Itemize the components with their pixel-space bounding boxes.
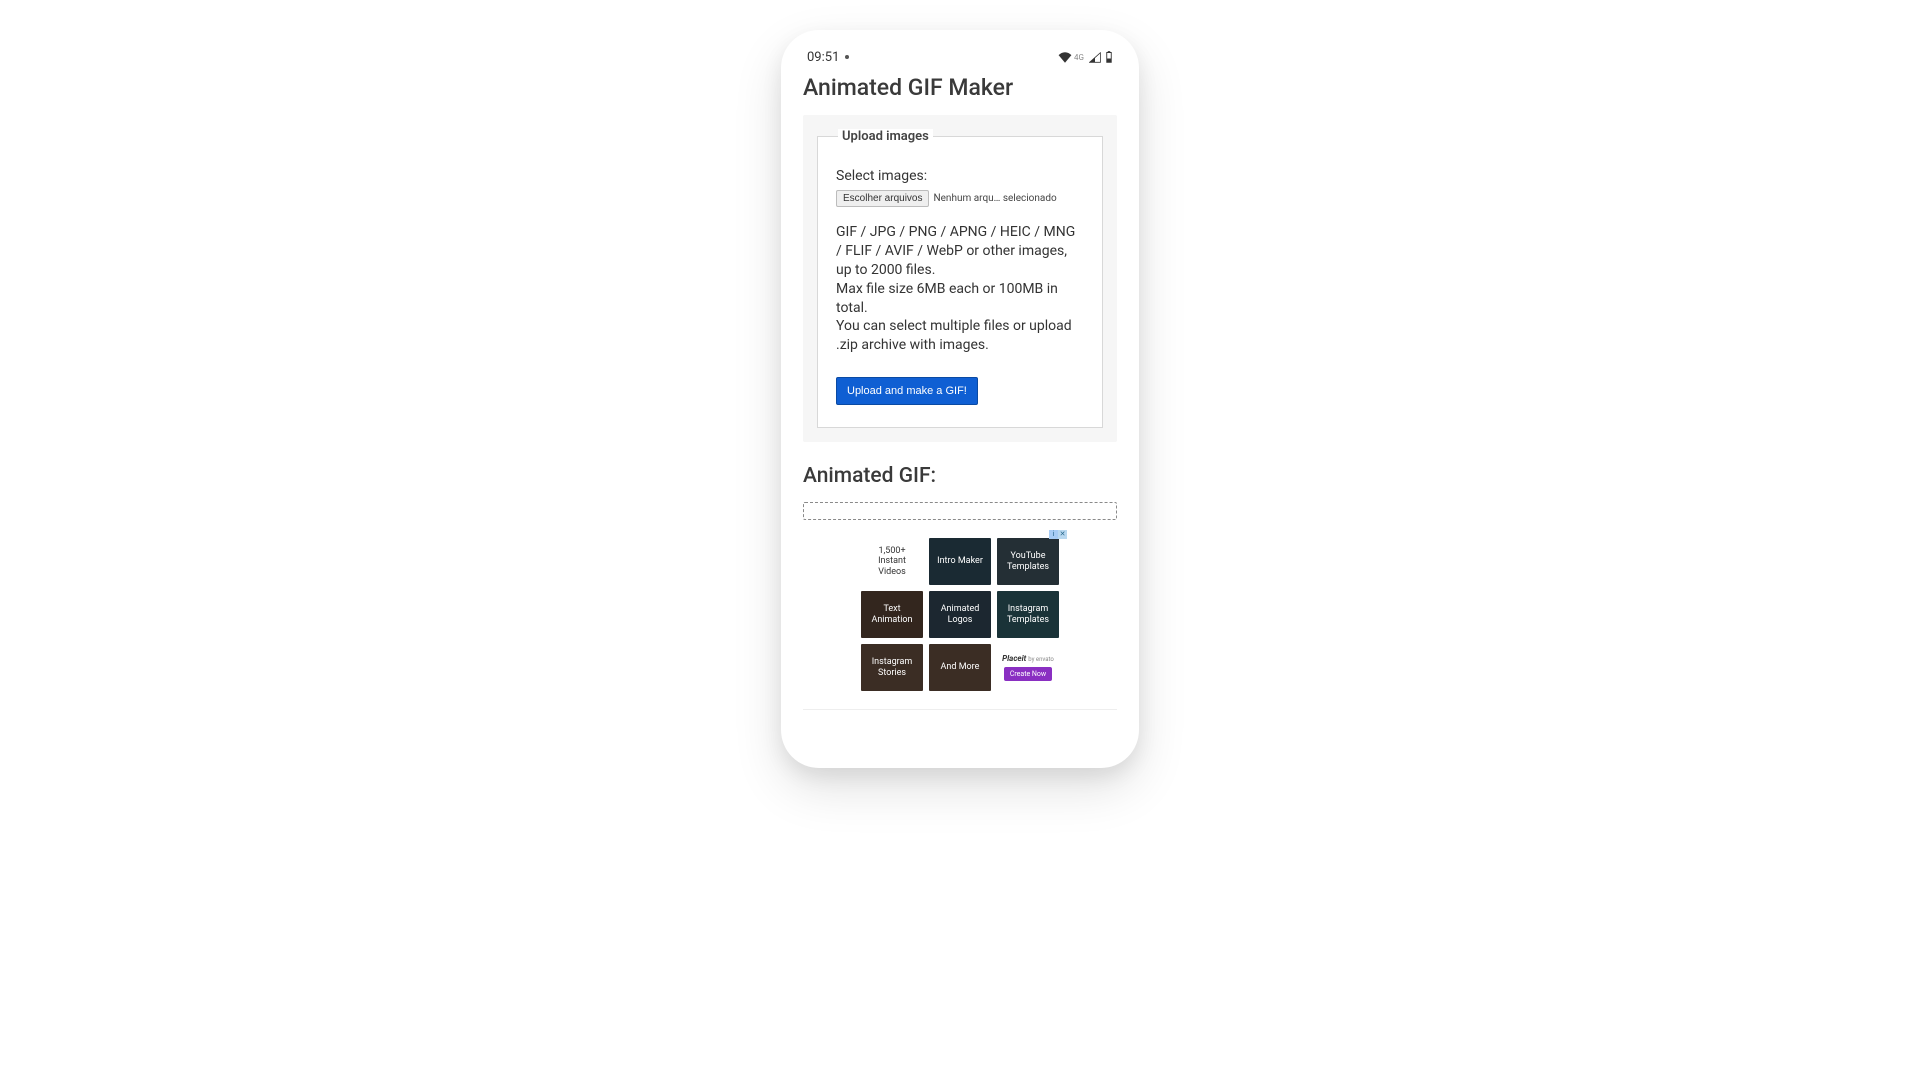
ad-tile[interactable]: Instagram Stories <box>861 644 923 691</box>
supported-formats-text: GIF / JPG / PNG / APNG / HEIC / MNG / FL… <box>836 223 1084 280</box>
ad-tile[interactable]: And More <box>929 644 991 691</box>
select-images-label: Select images: <box>836 168 1084 184</box>
upload-panel: Upload images Select images: Escolher ar… <box>803 115 1117 442</box>
status-time: 09:51 <box>807 50 839 65</box>
ad-tile[interactable]: Text Animation <box>861 591 923 638</box>
file-status-text: Nenhum arqu… selecionado <box>933 193 1056 204</box>
ad-brand-label: Placeit by envato <box>1002 654 1054 663</box>
ad-close-icon[interactable]: ✕ <box>1058 530 1067 539</box>
phone-screen: 09:51 4G Animated GIF Maker <box>789 38 1131 760</box>
ad-close-icons[interactable]: i ✕ <box>1049 530 1067 539</box>
output-title: Animated GIF: <box>803 464 1117 488</box>
ad-tile[interactable]: Animated Logos <box>929 591 991 638</box>
max-size-text: Max file size 6MB each or 100MB in total… <box>836 280 1084 318</box>
multiple-files-text: You can select multiple files or upload … <box>836 317 1084 355</box>
ad-tile[interactable]: 1,500+ Instant Videos <box>861 538 923 585</box>
ad-tile[interactable]: Instagram Templates <box>997 591 1059 638</box>
wifi-icon <box>1058 52 1072 63</box>
status-bar: 09:51 4G <box>789 38 1131 66</box>
status-dot-icon <box>845 55 849 59</box>
battery-icon <box>1105 51 1113 63</box>
upload-fieldset: Upload images Select images: Escolher ar… <box>817 129 1103 428</box>
ad-cta-button[interactable]: Create Now <box>1004 667 1052 681</box>
upload-legend: Upload images <box>838 129 933 144</box>
cellular-signal-icon <box>1089 52 1101 63</box>
upload-submit-button[interactable]: Upload and make a GIF! <box>836 377 978 405</box>
status-bar-right: 4G <box>1058 51 1113 63</box>
ad-block: i ✕ 1,500+ Instant Videos Intro Maker Yo… <box>803 538 1117 691</box>
file-input-row: Escolher arquivos Nenhum arqu… seleciona… <box>836 190 1084 207</box>
page-title: Animated GIF Maker <box>803 74 1117 101</box>
output-dropzone[interactable] <box>803 502 1117 520</box>
status-bar-left: 09:51 <box>807 50 849 65</box>
ad-brand-tile[interactable]: Placeit by envato Create Now <box>997 644 1059 691</box>
choose-files-button[interactable]: Escolher arquivos <box>836 190 929 207</box>
ad-tile[interactable]: Intro Maker <box>929 538 991 585</box>
divider <box>803 709 1117 710</box>
phone-frame: 09:51 4G Animated GIF Maker <box>781 30 1139 768</box>
page-content: Animated GIF Maker Upload images Select … <box>789 66 1131 710</box>
ad-grid[interactable]: i ✕ 1,500+ Instant Videos Intro Maker Yo… <box>861 538 1059 691</box>
ad-info-icon[interactable]: i <box>1049 530 1058 539</box>
network-label: 4G <box>1074 53 1084 62</box>
ad-tile[interactable]: YouTube Templates <box>997 538 1059 585</box>
